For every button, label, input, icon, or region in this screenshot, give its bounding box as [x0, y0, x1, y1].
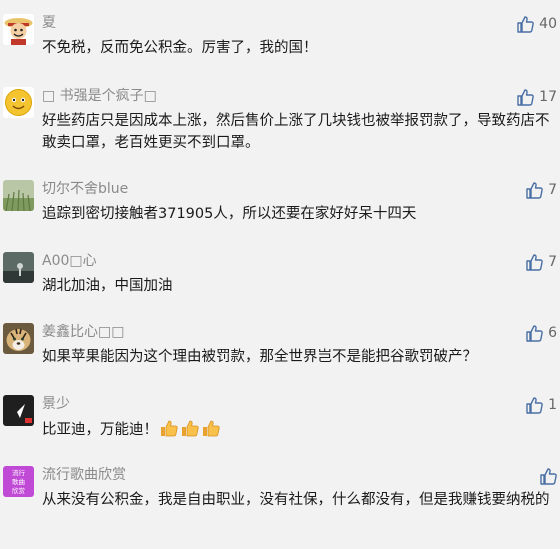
- comment-text: 比亚迪，万能迪！: [42, 422, 158, 438]
- comment-text: 从来没有公积金，我是自由职业，没有社保，什么都没有，但是我赚钱要纳税的: [42, 492, 550, 508]
- thumbs-up-emoji-icon: [201, 418, 221, 445]
- comment-text: 湖北加油，中国加油: [42, 278, 173, 294]
- avatar[interactable]: [3, 395, 34, 426]
- grass-field-avatar-icon: [3, 180, 34, 211]
- like-count: 40: [539, 16, 557, 32]
- comment-username[interactable]: □ 书强是个疯子□: [42, 87, 157, 105]
- like-count: 6: [548, 325, 557, 341]
- like-count: 7: [548, 182, 557, 198]
- thumbs-up-icon: [525, 396, 543, 414]
- like-button[interactable]: 7: [525, 180, 557, 200]
- comment-username[interactable]: 夏: [42, 14, 56, 32]
- like-button[interactable]: 7: [525, 252, 557, 272]
- cartoon-pirate-avatar-icon: [3, 14, 34, 45]
- comment-username[interactable]: A00□心: [42, 252, 97, 270]
- comment-text: 如果苹果能因为这个理由被罚款，那全世界岂不是能把谷歌罚破产？: [42, 349, 477, 365]
- avatar[interactable]: [3, 87, 34, 118]
- dark-landscape-avatar-icon: [3, 252, 34, 283]
- comment-username[interactable]: 姜鑫比心□□: [42, 323, 124, 341]
- thumbs-up-icon: [516, 15, 534, 33]
- svg-text:流行: 流行: [12, 468, 26, 477]
- avatar[interactable]: [3, 323, 34, 354]
- thumbs-up-emoji-icon: [159, 418, 179, 445]
- comment-text: 不免税，反而免公积金。厉害了，我的国！: [42, 40, 318, 56]
- thumbs-up-icon: [539, 467, 557, 485]
- comment-text-row: 比亚迪，万能迪！: [42, 418, 557, 445]
- like-count: 1: [548, 397, 557, 413]
- avatar[interactable]: [3, 180, 34, 211]
- comment-text: 追踪到密切接触者371905人，所以还要在家好好呆十四天: [42, 206, 417, 222]
- comment-username[interactable]: 景少: [42, 395, 70, 413]
- smiley-face-avatar-icon: [3, 87, 34, 118]
- avatar[interactable]: [3, 14, 34, 45]
- purple-text-avatar-icon: 流行 歌曲 欣赏: [3, 466, 34, 497]
- svg-text:歌曲: 歌曲: [12, 477, 25, 486]
- comment-text: 好些药店只是因成本上涨，然后售价上涨了几块钱也被举报罚款了，导致药店不敢卖口罩，…: [42, 113, 550, 151]
- svg-text:欣赏: 欣赏: [12, 486, 26, 495]
- comment-username[interactable]: 切尔不舍blue: [42, 180, 128, 198]
- app-logo-avatar-icon: [3, 395, 34, 426]
- comment-username[interactable]: 流行歌曲欣赏: [42, 466, 126, 484]
- like-button[interactable]: 17: [516, 87, 557, 107]
- like-count: 17: [539, 89, 557, 105]
- thumbs-up-icon: [516, 88, 534, 106]
- avatar[interactable]: 流行 歌曲 欣赏: [3, 466, 34, 497]
- avatar[interactable]: [3, 252, 34, 283]
- like-button[interactable]: 1: [525, 395, 557, 415]
- thumbs-up-emoji-icon: [180, 418, 200, 445]
- thumbs-up-icon: [525, 253, 543, 271]
- tiger-avatar-icon: [3, 323, 34, 354]
- like-count: 7: [548, 254, 557, 270]
- thumbs-up-icon: [525, 324, 543, 342]
- like-button[interactable]: 6: [525, 323, 557, 343]
- like-button[interactable]: [539, 466, 557, 486]
- like-button[interactable]: 40: [516, 14, 557, 34]
- thumbs-up-icon: [525, 181, 543, 199]
